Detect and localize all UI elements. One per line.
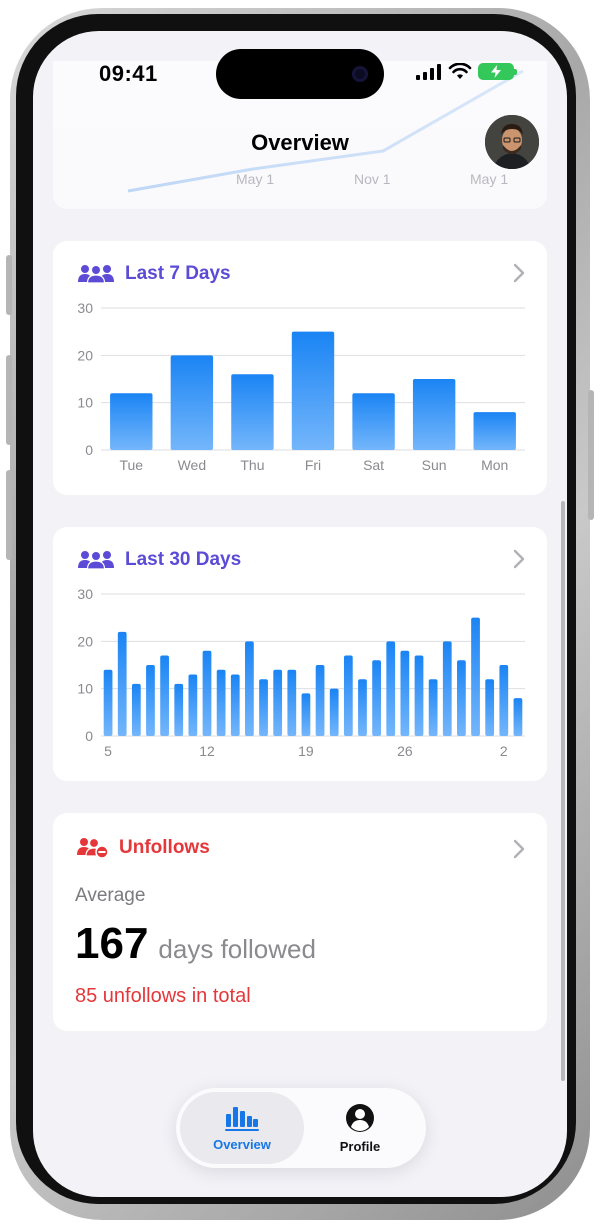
unfollows-card[interactable]: Unfollows Average 167 days followed 85 u…: [53, 813, 547, 1031]
x-tick-label: 12: [199, 743, 215, 759]
average-days-number: 167: [75, 919, 149, 968]
chart-bar: [499, 665, 509, 736]
unfollows-total: 85 unfollows in total: [75, 985, 251, 1007]
chart-bar: [352, 393, 395, 450]
avatar-image: [485, 115, 539, 169]
x-tick-label: 5: [104, 743, 112, 759]
status-time: 09:41: [99, 61, 158, 86]
chart-bar: [259, 679, 268, 736]
y-tick-label: 0: [85, 728, 93, 744]
person-circle-icon: [346, 1103, 374, 1132]
volume-down-button: [6, 470, 12, 560]
chart-bar: [513, 698, 523, 736]
y-tick-label: 10: [77, 681, 93, 697]
tab-label: Overview: [213, 1136, 271, 1152]
x-tick-label: Fri: [305, 457, 321, 473]
person-minus-icon: [77, 837, 109, 859]
chart-bar: [442, 641, 452, 736]
y-tick-label: 10: [77, 395, 93, 411]
chart-bar: [103, 669, 113, 736]
chart-bar: [485, 679, 495, 736]
x-tick-label: Sun: [422, 457, 447, 473]
x-tick-label: Thu: [240, 457, 264, 473]
tab-bar: Overview Profile: [176, 1088, 426, 1168]
x-tick-label: 26: [397, 743, 413, 759]
chart-bar: [428, 679, 438, 736]
faded-axis-label: May 1: [470, 171, 509, 187]
x-tick-label: Wed: [178, 457, 207, 473]
tab-label: Profile: [339, 1138, 381, 1154]
y-tick-label: 30: [77, 300, 93, 316]
chart-bar: [358, 679, 367, 736]
chart-bar: [117, 631, 127, 736]
chart-bar: [315, 665, 325, 736]
scroll-indicator[interactable]: [561, 501, 565, 1081]
chart-bar: [216, 669, 226, 736]
signal-icon: [416, 63, 441, 80]
chart-bar: [230, 674, 240, 736]
last-7-days-chart: 30 20 10 0 Tue Wed Thu Fri Sat Sun Mon: [77, 300, 525, 473]
chart-bar: [160, 655, 169, 736]
wifi-icon: [448, 63, 472, 79]
chart-bar: [412, 379, 456, 450]
chart-bar: [414, 655, 424, 736]
status-icons: [416, 63, 517, 80]
last-7-days-card[interactable]: Last 7 Days 30 20 10 0 Tue Wed Thu Fri Sat Sun Mon: [53, 241, 547, 495]
chart-bar: [400, 650, 410, 736]
power-button: [588, 390, 594, 520]
chart-bar: [386, 641, 396, 736]
chart-bar: [473, 412, 516, 450]
chart-bar: [245, 641, 254, 736]
chart-bar: [110, 393, 153, 450]
chart-bar: [170, 355, 214, 450]
chart-bar: [188, 674, 198, 736]
charging-bolt-icon: [491, 65, 501, 78]
x-tick-label: 19: [298, 743, 314, 759]
y-tick-label: 20: [77, 633, 93, 649]
average-value: 167 days followed: [75, 919, 316, 969]
faded-axis-label: May 1: [236, 171, 275, 187]
battery-icon: [478, 63, 517, 80]
x-tick-label: Mon: [481, 457, 508, 473]
chart-bar: [287, 669, 297, 736]
bar-chart-icon: [225, 1106, 259, 1131]
y-tick-label: 20: [77, 347, 93, 363]
chart-bar: [372, 660, 381, 736]
camera-icon: [352, 66, 368, 82]
volume-up-button: [6, 355, 12, 445]
x-tick-label: 2: [500, 743, 508, 759]
chart-bar: [273, 669, 283, 736]
chevron-right-icon[interactable]: [513, 839, 525, 859]
x-tick-label: Tue: [119, 457, 143, 473]
tab-overview[interactable]: Overview: [180, 1092, 304, 1164]
chart-bar: [343, 655, 353, 736]
x-tick-label: Sat: [363, 457, 384, 473]
average-label: Average: [75, 885, 146, 906]
chart-bar: [329, 688, 339, 736]
chart-bar: [471, 617, 480, 736]
chart-bar: [301, 693, 311, 736]
chart-bar: [291, 331, 335, 450]
y-tick-label: 30: [77, 586, 93, 602]
dynamic-island: [216, 49, 384, 99]
last-30-days-card[interactable]: Last 30 Days 30 20 10 0 5 12 19 26 2: [53, 527, 547, 781]
chart-bar: [146, 665, 155, 736]
y-tick-label: 0: [85, 442, 93, 458]
last-30-days-chart: 30 20 10 05 12 19 26 2: [77, 586, 525, 759]
avatar[interactable]: [485, 115, 539, 169]
faded-axis-label: Nov 1: [354, 171, 391, 187]
tab-profile[interactable]: Profile: [298, 1092, 422, 1164]
average-days-unit: days followed: [158, 934, 316, 964]
chart-bar: [231, 374, 274, 450]
card-title: Unfollows: [119, 837, 210, 858]
chart-bar: [131, 683, 141, 736]
action-button: [6, 255, 12, 315]
chart-bar: [457, 660, 466, 736]
chart-bar: [202, 650, 212, 736]
chart-bar: [174, 683, 184, 736]
screen: May 1 Nov 1 May 1 09:41 Overview Last 7 …: [33, 31, 567, 1197]
card-header: Unfollows: [77, 837, 210, 859]
